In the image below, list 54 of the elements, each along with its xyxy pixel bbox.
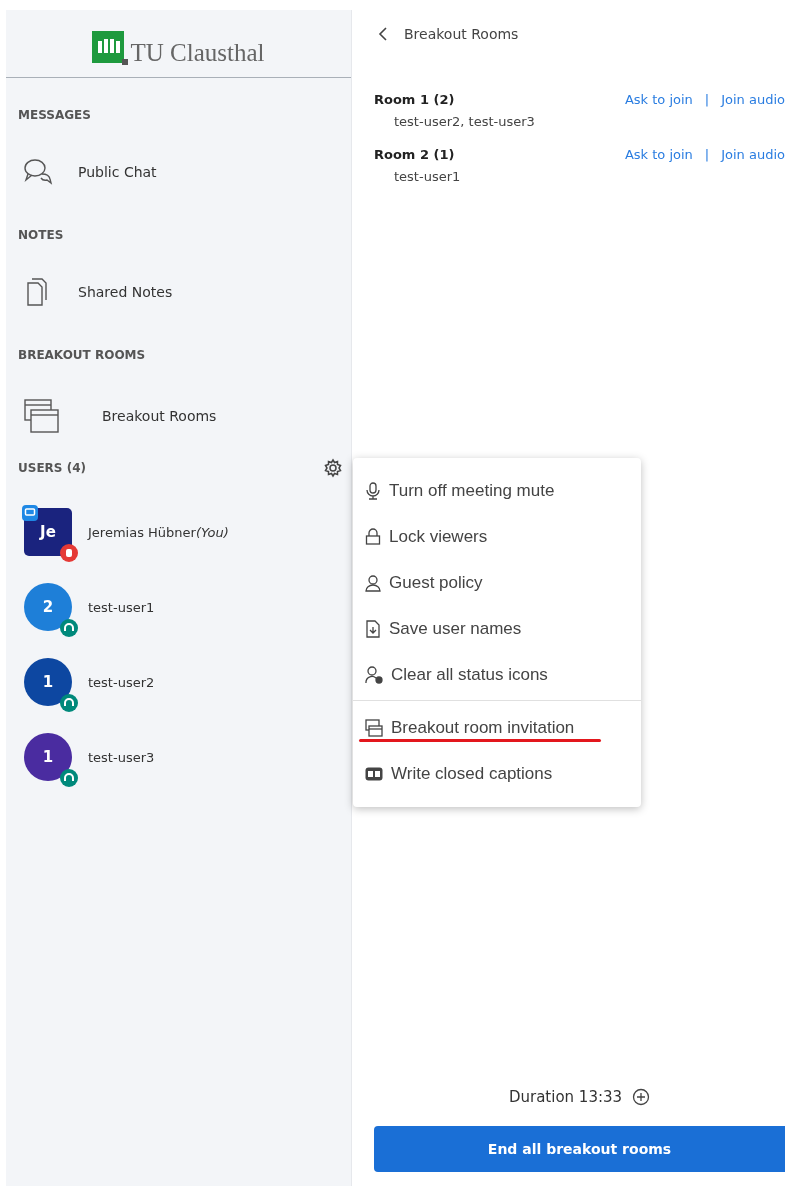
- join-audio-link[interactable]: Join audio: [721, 147, 785, 184]
- user-avatar: 1: [24, 733, 72, 781]
- duration-text: Duration 13:33: [508, 1088, 623, 1106]
- file-download-icon: [365, 620, 381, 638]
- user-avatar: 1: [24, 658, 72, 706]
- university-logo-icon: [92, 31, 129, 67]
- user-name: test-user2: [88, 674, 155, 690]
- user-name: test-user3: [88, 749, 155, 765]
- lock-icon: [365, 528, 381, 546]
- closed-captions-icon: [365, 766, 383, 782]
- end-all-rooms-button[interactable]: End all breakout rooms: [374, 1126, 785, 1172]
- section-heading: USERS (4): [18, 461, 86, 475]
- windows-icon: [365, 719, 383, 737]
- user-avatar: 2: [24, 583, 72, 631]
- windows-icon: [22, 396, 62, 436]
- menu-item[interactable]: Save user names: [353, 606, 641, 652]
- add-time-icon[interactable]: [632, 1088, 651, 1106]
- user-clear-icon: [365, 666, 383, 684]
- headphones-icon: [60, 619, 78, 637]
- section-heading: NOTES: [18, 228, 65, 242]
- sidebar-item[interactable]: Breakout Rooms: [22, 396, 351, 436]
- room-name: Room 2 (1): [374, 147, 456, 162]
- university-name: TU Clausthal: [130, 39, 265, 67]
- sidebar-item[interactable]: Public Chat: [22, 156, 351, 188]
- user-icon: [365, 574, 381, 592]
- ask-to-join-link[interactable]: Ask to join: [624, 92, 693, 129]
- back-button[interactable]: Breakout Rooms: [378, 26, 785, 42]
- user-list-item[interactable]: 2 test-user1: [18, 579, 351, 639]
- sidebar-item[interactable]: Shared Notes: [22, 276, 351, 308]
- user-list-item[interactable]: Je Jeremias Hübner(You): [18, 504, 351, 564]
- user-list-item[interactable]: 1 test-user2: [18, 654, 351, 714]
- room-name: Room 1 (2): [374, 92, 456, 107]
- menu-item[interactable]: Lock viewers: [353, 514, 641, 560]
- user-list-item[interactable]: 1 test-user3: [18, 729, 351, 789]
- menu-item[interactable]: Breakout room invitation: [353, 705, 641, 751]
- room-members: test-user1: [393, 169, 461, 184]
- microphone-icon: [365, 482, 381, 500]
- headphones-icon: [60, 694, 78, 712]
- user-name: test-user1: [88, 599, 155, 615]
- menu-item[interactable]: Guest policy: [353, 560, 641, 606]
- link-separator: |: [704, 147, 710, 164]
- link-separator: |: [704, 92, 710, 109]
- user-name: Jeremias Hübner(You): [88, 524, 229, 540]
- ask-to-join-link[interactable]: Ask to join: [624, 147, 693, 184]
- room-members: test-user2, test-user3: [393, 114, 535, 129]
- settings-icon[interactable]: [323, 458, 343, 478]
- menu-item[interactable]: Write closed captions: [353, 751, 641, 797]
- section-heading: MESSAGES: [18, 108, 92, 122]
- join-audio-link[interactable]: Join audio: [721, 92, 785, 129]
- section-heading: BREAKOUT ROOMS: [18, 348, 147, 362]
- menu-item[interactable]: Clear all status icons: [353, 652, 641, 698]
- headphones-icon: [60, 769, 78, 787]
- chevron-left-icon: [378, 27, 388, 41]
- menu-item[interactable]: Turn off meeting mute: [353, 468, 641, 514]
